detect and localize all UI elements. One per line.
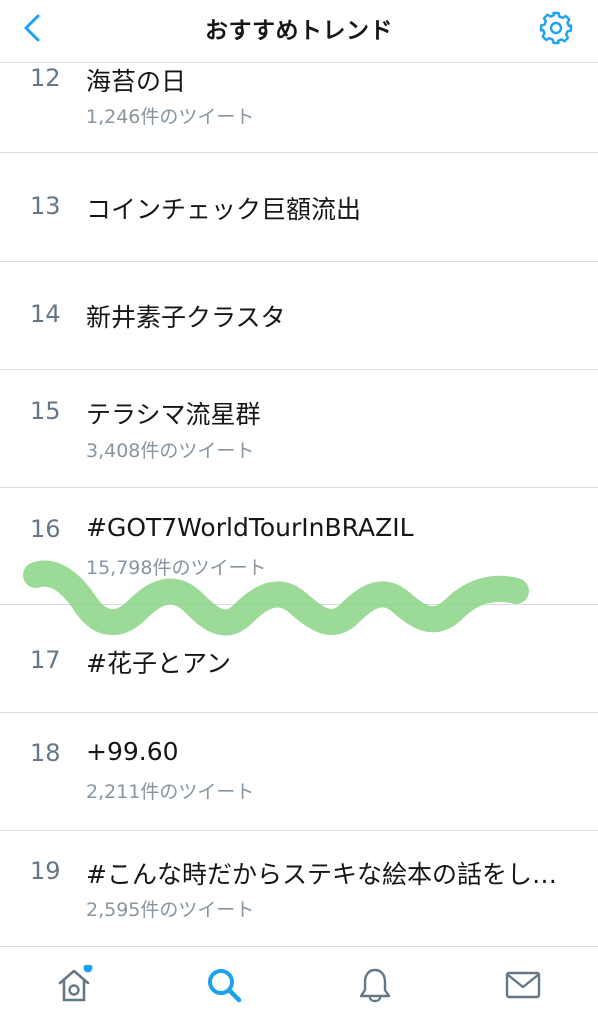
trend-rank: 13 [30,192,61,220]
navigation-header: おすすめトレンド [0,0,598,63]
trend-rank: 19 [30,857,61,885]
trend-rank: 16 [30,515,61,543]
trend-row-17[interactable]: 17 #花子とアン [0,605,598,713]
mail-icon[interactable] [503,965,543,1005]
search-icon[interactable] [204,965,244,1005]
trend-rank: 17 [30,646,61,674]
trend-row-19[interactable]: 19 #こんな時だからステキな絵本の話をし… 2,595件のツイート [0,831,598,948]
bell-icon[interactable] [355,965,395,1005]
trend-tweet-count: 15,798件のツイート [86,557,267,579]
bottom-tab-bar [0,946,598,1025]
trend-row-16[interactable]: 16 #GOT7WorldTourInBRAZIL 15,798件のツイート [0,488,598,605]
trend-row-15[interactable]: 15 テラシマ流星群 3,408件のツイート [0,370,598,488]
trend-name: テラシマ流星群 [86,400,261,429]
trend-tweet-count: 1,246件のツイート [86,106,255,128]
page-title: おすすめトレンド [205,18,393,44]
trend-name: 新井素子クラスタ [86,303,286,332]
trend-name: コインチェック巨額流出 [86,195,362,224]
trend-row-18[interactable]: 18 +99.60 2,211件のツイート [0,713,598,831]
trend-rank: 15 [30,397,61,425]
gear-icon[interactable] [538,10,574,46]
trend-name: 海苔の日 [86,67,187,96]
trend-tweet-count: 2,211件のツイート [86,781,255,803]
trend-rank: 12 [30,64,61,92]
trend-name: #花子とアン [86,649,231,678]
home-icon[interactable] [54,965,94,1005]
trend-name: +99.60 [86,737,179,766]
trend-tweet-count: 3,408件のツイート [86,440,255,462]
trend-rank: 14 [30,300,61,328]
trend-tweet-count: 2,595件のツイート [86,899,255,921]
trend-row-13[interactable]: 13 コインチェック巨額流出 [0,153,598,262]
notification-dot-icon [83,965,93,973]
trend-name: #GOT7WorldTourInBRAZIL [86,513,414,542]
trend-row-14[interactable]: 14 新井素子クラスタ [0,262,598,370]
trend-name: #こんな時だからステキな絵本の話をし… [86,860,557,889]
trend-rank: 18 [30,739,61,767]
